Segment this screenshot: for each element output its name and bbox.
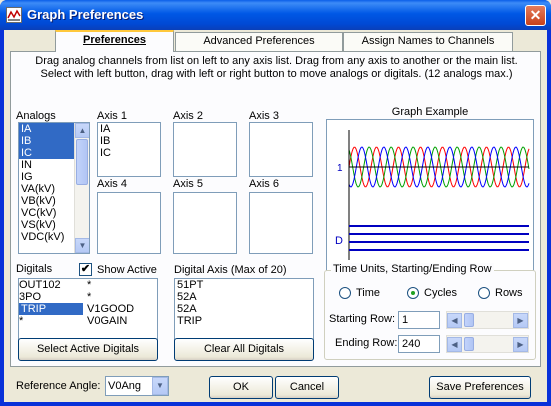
time-units-title: Time Units, Starting/Ending Row [331,263,494,275]
show-active-label: Show Active [97,264,157,276]
digital-mark: * [87,279,92,291]
tab-assign-names[interactable]: Assign Names to Channels [343,32,513,51]
instructions-line-1: Drag analog channels from list on left t… [35,55,518,67]
close-icon[interactable]: ✕ [525,5,546,26]
list-item[interactable]: 51PT [175,279,313,291]
analogs-scrollbar[interactable]: ▲ ▼ [74,123,89,253]
digital-row[interactable]: * V0GAIN [19,315,157,327]
digital-axis-label: Digital Axis (Max of 20) [174,264,287,276]
dialog-client: Preferences Advanced Preferences Assign … [4,30,547,402]
list-item[interactable]: 52A [175,291,313,303]
digital-row[interactable]: TRIP V1GOOD [19,303,157,315]
axis-3-label: Axis 3 [249,110,279,122]
list-item[interactable]: IC [98,147,160,159]
instructions-line-2: Select with left button, drag with left … [40,68,513,80]
digital-name: 3PO [19,291,42,303]
graph-example-plot: 1D [335,130,530,260]
starting-row-input[interactable]: 1 [398,311,440,329]
digital-name: * [19,315,24,327]
graph-app-icon [6,7,22,23]
reference-angle-select[interactable]: V0Ang ▼ [105,376,169,396]
list-item[interactable]: 52A [175,303,313,315]
scroll-thumb[interactable] [464,337,474,351]
digitals-label: Digitals [16,263,53,275]
radio-cycles[interactable] [407,287,419,299]
axis-3-list[interactable] [249,122,313,177]
axis-6-list[interactable] [249,192,313,254]
starting-row-scrollbar[interactable]: ◀ ▶ [446,311,529,329]
scroll-thumb[interactable] [464,313,474,327]
axis-5-label: Axis 5 [173,178,203,190]
axis-2-label: Axis 2 [173,110,203,122]
ending-row-input[interactable]: 240 [398,335,440,353]
analog-axis-label: 1 [337,163,343,174]
time-units-group: Time Units, Starting/Ending Row Time Cyc… [324,263,536,360]
tab-label: Preferences [83,34,146,46]
reference-angle-value: V0Ang [108,380,142,392]
save-preferences-button[interactable]: Save Preferences [429,376,531,399]
digital-name2: V0GAIN [87,315,128,327]
graph-preferences-window: Graph Preferences ✕ Preferences Advanced… [0,0,551,406]
instructions: Drag analog channels from list on left t… [11,55,542,81]
cancel-button[interactable]: Cancel [275,376,339,399]
reference-angle-label: Reference Angle: [16,380,101,392]
select-active-digitals-button[interactable]: Select Active Digitals [18,338,158,361]
radio-time-label: Time [356,287,381,299]
axis-2-list[interactable] [173,122,237,177]
tab-advanced-preferences[interactable]: Advanced Preferences [175,32,343,51]
scroll-down-icon[interactable]: ▼ [75,238,89,253]
tab-preferences[interactable]: Preferences [55,30,174,52]
axis-6-label: Axis 6 [249,178,279,190]
graph-example-label: Graph Example [391,106,469,118]
tab-label: Advanced Preferences [203,35,315,47]
digital-name2: V1GOOD [87,303,135,315]
axis-4-label: Axis 4 [97,178,127,190]
window-title: Graph Preferences [27,7,144,22]
radio-time[interactable] [339,287,351,299]
ending-row-label: Ending Row: [335,337,398,349]
radio-rows[interactable] [478,287,490,299]
preferences-panel: Drag analog channels from list on left t… [10,51,541,367]
graph-example: 1D [326,119,534,271]
clear-all-digitals-button[interactable]: Clear All Digitals [174,338,314,361]
scroll-up-icon[interactable]: ▲ [75,123,89,138]
ending-row-scrollbar[interactable]: ◀ ▶ [446,335,529,353]
axis-5-list[interactable] [173,192,237,254]
title-bar[interactable]: Graph Preferences ✕ [0,0,551,30]
digital-mark: * [87,291,92,303]
analogs-label: Analogs [16,110,56,122]
digital-name: OUT102 [19,279,61,291]
ok-button[interactable]: OK [209,376,273,399]
axis-1-list[interactable]: IA IB IC [97,122,161,177]
list-item[interactable]: IB [98,135,160,147]
digital-axis-label: D [335,235,343,247]
list-item[interactable]: IA [98,123,160,135]
starting-row-label: Starting Row: [329,313,396,325]
scroll-left-icon[interactable]: ◀ [447,337,462,352]
digital-name: TRIP [19,303,83,315]
tab-label: Assign Names to Channels [361,35,495,47]
list-item[interactable]: TRIP [175,315,313,327]
scroll-right-icon[interactable]: ▶ [513,337,528,352]
analogs-list[interactable]: IA IB IC IN IG VA(kV) VB(kV) VC(kV) VS(kV) VDC(kV… [18,122,90,254]
scroll-thumb[interactable] [76,139,88,185]
radio-cycles-label: Cycles [424,287,458,299]
digital-row[interactable]: OUT102 * [19,279,157,291]
axis-4-list[interactable] [97,192,161,254]
show-active-checkbox[interactable]: ✔ [79,263,92,276]
chevron-down-icon[interactable]: ▼ [152,377,168,395]
axis-1-label: Axis 1 [97,110,127,122]
scroll-right-icon[interactable]: ▶ [513,313,528,328]
scroll-left-icon[interactable]: ◀ [447,313,462,328]
digital-row[interactable]: 3PO * [19,291,157,303]
radio-rows-label: Rows [495,287,523,299]
